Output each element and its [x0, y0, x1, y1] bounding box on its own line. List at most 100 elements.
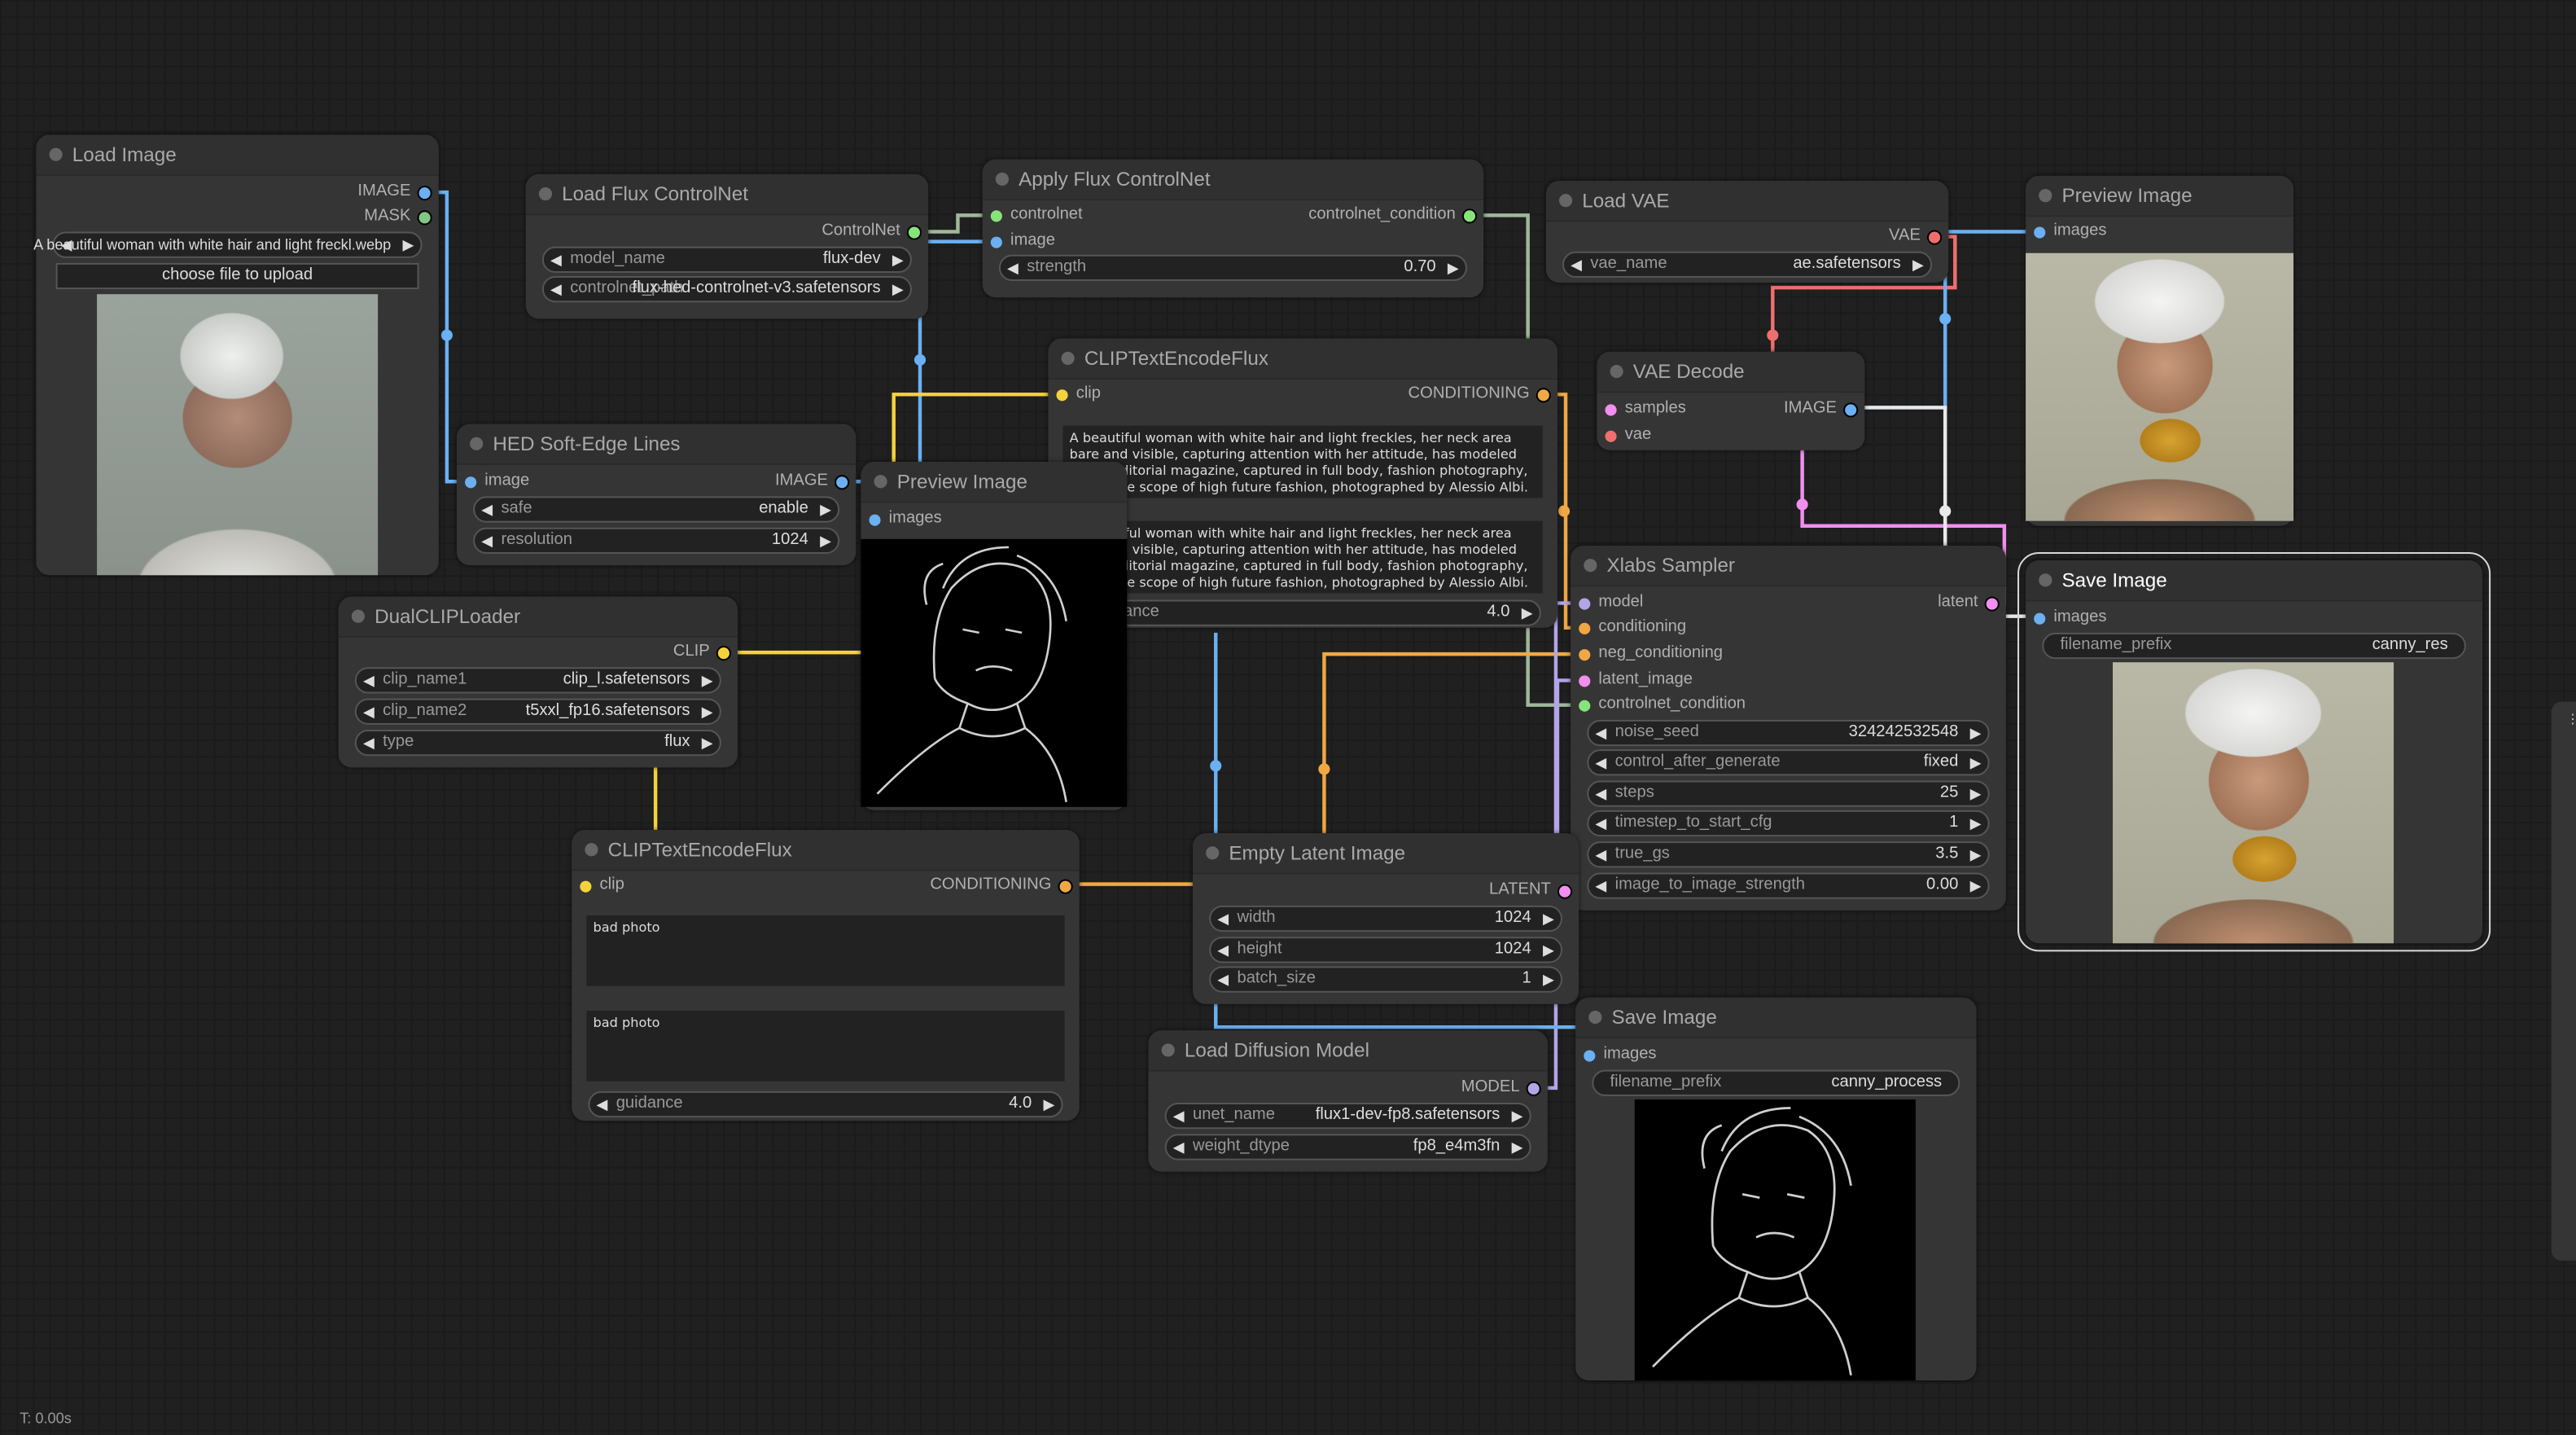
- batch-size-widget[interactable]: ◀ batch_size 1 ▶: [1209, 966, 1563, 993]
- node-title[interactable]: CLIPTextEncodeFlux: [1048, 338, 1557, 380]
- left-arrow-icon[interactable]: ◀: [1217, 968, 1229, 991]
- output-slot-image[interactable]: IMAGE: [1784, 397, 1857, 420]
- node-title[interactable]: Xlabs Sampler: [1571, 545, 2006, 587]
- input-slot-samples[interactable]: samples: [1605, 397, 1686, 420]
- slot-pin-icon[interactable]: [1579, 597, 1591, 609]
- right-arrow-icon[interactable]: ▶: [403, 234, 414, 257]
- safe-widget[interactable]: ◀ safe enable ▶: [473, 496, 840, 523]
- left-arrow-icon[interactable]: ◀: [550, 278, 562, 301]
- input-slot-neg-conditioning[interactable]: neg_conditioning: [1579, 643, 1723, 665]
- left-arrow-icon[interactable]: ◀: [481, 529, 493, 552]
- left-arrow-icon[interactable]: ◀: [1595, 722, 1606, 744]
- node-save-image-process[interactable]: Save Image images filename_prefix canny_p…: [1575, 997, 1977, 1381]
- slot-pin-icon[interactable]: [1605, 429, 1617, 441]
- right-arrow-icon[interactable]: ▶: [820, 498, 831, 520]
- control-after-generate-widget[interactable]: ◀ control_after_generate fixed ▶: [1587, 749, 1990, 776]
- node-load-flux-controlnet[interactable]: Load Flux ControlNet ControlNet ◀ model_n…: [525, 173, 929, 319]
- slot-pin-icon[interactable]: [717, 647, 729, 659]
- output-slot-latent[interactable]: latent: [1938, 591, 1998, 614]
- node-title[interactable]: Apply Flux ControlNet: [982, 159, 1484, 201]
- input-slot-image[interactable]: image: [990, 230, 1055, 253]
- output-slot-latent[interactable]: LATENT: [1489, 880, 1571, 902]
- clip-name1-widget[interactable]: ◀ clip_name1 clip_l.safetensors ▶: [354, 667, 721, 694]
- collapse-dot-icon[interactable]: [1584, 559, 1597, 573]
- right-arrow-icon[interactable]: ▶: [892, 278, 904, 301]
- slot-pin-icon[interactable]: [1605, 403, 1617, 415]
- left-arrow-icon[interactable]: ◀: [363, 669, 375, 691]
- input-slot-images[interactable]: images: [2034, 607, 2106, 630]
- collapse-dot-icon[interactable]: [585, 843, 598, 857]
- slot-pin-icon[interactable]: [1584, 1049, 1596, 1061]
- output-slot-mask[interactable]: MASK: [364, 205, 431, 228]
- left-arrow-icon[interactable]: ◀: [1595, 843, 1606, 866]
- collapse-dot-icon[interactable]: [1558, 194, 1573, 208]
- weight-dtype-widget[interactable]: ◀ weight_dtype fp8_e4m3fn ▶: [1164, 1134, 1531, 1161]
- left-arrow-icon[interactable]: ◀: [1571, 253, 1582, 276]
- input-slot-controlnet[interactable]: controlnet: [990, 204, 1083, 226]
- slot-pin-icon[interactable]: [1579, 674, 1591, 687]
- slot-pin-icon[interactable]: [1579, 648, 1591, 660]
- drag-handle-icon[interactable]: ⋮⋮: [2566, 712, 2576, 726]
- filename-prefix-input[interactable]: filename_prefix canny_res: [2042, 632, 2466, 660]
- node-graph-canvas[interactable]: Load Image IMAGE MASK ◀ A beautiful woma…: [0, 0, 2576, 1435]
- right-arrow-icon[interactable]: ▶: [702, 669, 713, 691]
- right-arrow-icon[interactable]: ▶: [1970, 812, 1982, 835]
- input-slot-conditioning[interactable]: conditioning: [1579, 617, 1686, 639]
- collapse-dot-icon[interactable]: [995, 172, 1009, 187]
- node-clip-text-encode-negative[interactable]: CLIPTextEncodeFlux clip CONDITIONING bad…: [572, 830, 1080, 1121]
- node-title[interactable]: CLIPTextEncodeFlux: [572, 830, 1080, 871]
- input-slot-controlnet-condition[interactable]: controlnet_condition: [1579, 694, 1746, 717]
- slot-pin-icon[interactable]: [1463, 209, 1476, 222]
- right-arrow-icon[interactable]: ▶: [702, 731, 713, 754]
- collapse-dot-icon[interactable]: [2039, 573, 2052, 587]
- input-slot-latent-image[interactable]: latent_image: [1579, 669, 1693, 691]
- right-arrow-icon[interactable]: ▶: [1970, 722, 1982, 744]
- true-gs-widget[interactable]: ◀ true_gs 3.5 ▶: [1587, 841, 1990, 868]
- node-title[interactable]: DualCLIPLoader: [338, 596, 738, 638]
- left-arrow-icon[interactable]: ◀: [1007, 257, 1019, 279]
- right-arrow-icon[interactable]: ▶: [1448, 257, 1459, 279]
- node-title[interactable]: Load VAE: [1545, 180, 1949, 222]
- guidance-widget[interactable]: ◀guidance4.0▶: [588, 1091, 1063, 1118]
- node-title[interactable]: Load Image: [36, 134, 439, 176]
- node-apply-flux-controlnet[interactable]: Apply Flux ControlNet controlnet image c…: [982, 159, 1484, 298]
- output-slot-image[interactable]: IMAGE: [775, 470, 848, 493]
- slot-pin-icon[interactable]: [580, 880, 592, 892]
- slot-pin-icon[interactable]: [869, 513, 881, 525]
- node-title[interactable]: Empty Latent Image: [1192, 833, 1579, 875]
- left-arrow-icon[interactable]: ◀: [1173, 1135, 1185, 1158]
- image-to-image-strength-widget[interactable]: ◀ image_to_image_strength 0.00 ▶: [1587, 872, 1990, 899]
- input-slot-images[interactable]: images: [2034, 220, 2106, 243]
- slot-pin-icon[interactable]: [1056, 388, 1068, 401]
- collapse-dot-icon[interactable]: [1588, 1011, 1602, 1025]
- left-arrow-icon[interactable]: ◀: [1217, 907, 1229, 930]
- clip-l-textarea[interactable]: bad photo: [586, 915, 1065, 986]
- left-arrow-icon[interactable]: ◀: [1595, 783, 1606, 805]
- input-slot-image[interactable]: image: [465, 470, 529, 493]
- right-arrow-icon[interactable]: ▶: [1543, 938, 1554, 961]
- steps-widget[interactable]: ◀ steps 25 ▶: [1587, 780, 1990, 807]
- model-name-widget[interactable]: ◀ model_name flux-dev ▶: [541, 246, 912, 273]
- output-slot-conditioning[interactable]: CONDITIONING: [1408, 383, 1549, 406]
- node-title[interactable]: Save Image: [2026, 560, 2483, 602]
- node-title[interactable]: Save Image: [1575, 997, 1977, 1039]
- left-arrow-icon[interactable]: ◀: [481, 498, 493, 520]
- right-arrow-icon[interactable]: ▶: [1970, 875, 1982, 897]
- output-slot-controlnet[interactable]: ControlNet: [821, 220, 921, 243]
- node-title[interactable]: Load Diffusion Model: [1148, 1030, 1548, 1072]
- image-combo-widget[interactable]: ◀ A beautiful woman with white hair and …: [33, 231, 423, 258]
- collapse-dot-icon[interactable]: [538, 187, 553, 201]
- node-preview-image-edges[interactable]: Preview Image images: [861, 462, 1128, 810]
- slot-pin-icon[interactable]: [1986, 597, 1998, 609]
- slot-pin-icon[interactable]: [2034, 612, 2046, 624]
- right-arrow-icon[interactable]: ▶: [892, 248, 904, 271]
- input-slot-vae[interactable]: vae: [1605, 424, 1651, 447]
- slot-pin-icon[interactable]: [1059, 880, 1071, 892]
- right-arrow-icon[interactable]: ▶: [1512, 1135, 1523, 1158]
- output-slot-model[interactable]: MODEL: [1461, 1077, 1540, 1099]
- right-arrow-icon[interactable]: ▶: [1543, 907, 1554, 930]
- input-slot-clip[interactable]: clip: [1056, 383, 1101, 406]
- slot-pin-icon[interactable]: [990, 209, 1002, 222]
- right-arrow-icon[interactable]: ▶: [820, 529, 831, 552]
- collapse-dot-icon[interactable]: [1206, 846, 1220, 860]
